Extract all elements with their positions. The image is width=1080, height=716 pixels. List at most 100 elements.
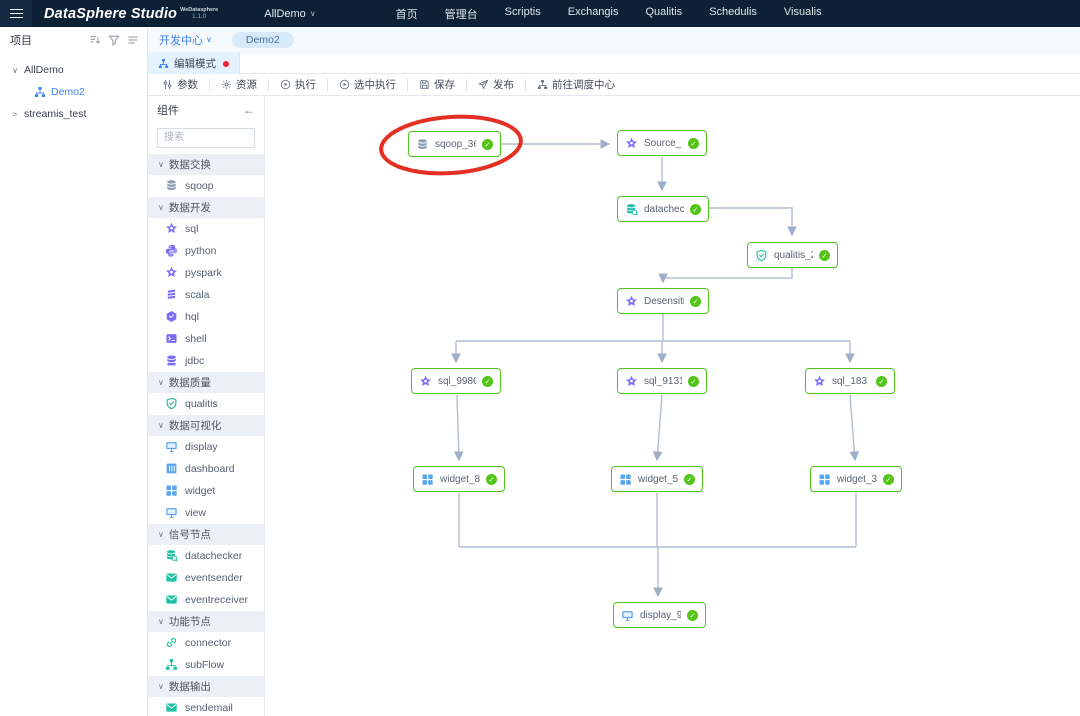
toolbar-button-execute[interactable]: 执行	[280, 77, 316, 92]
component-item-widget[interactable]: widget	[148, 480, 264, 502]
db-check-icon	[625, 203, 638, 216]
list-icon[interactable]	[127, 34, 139, 46]
hamburger-menu-icon[interactable]	[0, 0, 32, 27]
sort-icon[interactable]	[89, 34, 101, 46]
node-label: Source_Data	[644, 137, 682, 149]
divider	[466, 78, 467, 91]
db-icon	[416, 138, 429, 151]
component-group-function-nodes[interactable]: ∨ 功能节点	[148, 610, 264, 632]
node-label: qualitis_2000	[774, 249, 813, 261]
component-item-shell[interactable]: shell	[148, 328, 264, 350]
toolbar-button-execute-selected[interactable]: 选中执行	[339, 77, 396, 92]
component-item-qualitis[interactable]: qualitis	[148, 393, 264, 415]
flow-node-sqoop-3679[interactable]: sqoop_3679 ✓	[408, 131, 501, 157]
app-logo: DataSphere Studio WeDatasphere 1.1.0	[44, 6, 218, 22]
component-item-jdbc[interactable]: jdbc	[148, 350, 264, 372]
version-label: 1.1.0	[191, 12, 207, 20]
spark-icon	[165, 266, 178, 279]
spark-icon	[419, 375, 432, 388]
flow-node-sql-9986[interactable]: sql_9986 ✓	[411, 368, 501, 394]
nav-item-schedulis[interactable]: Schedulis	[709, 6, 757, 22]
component-item-sql[interactable]: sql	[148, 218, 264, 240]
mail-icon	[165, 571, 178, 584]
component-item-sqoop[interactable]: sqoop	[148, 175, 264, 197]
flow-node-desensitized[interactable]: Desensitized... ✓	[617, 288, 709, 314]
nav-item-exchangis[interactable]: Exchangis	[568, 6, 619, 22]
component-group-data-dev[interactable]: ∨ 数据开发	[148, 196, 264, 218]
flow-node-source-data[interactable]: Source_Data ✓	[617, 130, 707, 156]
nav-item-scriptis[interactable]: Scriptis	[505, 6, 541, 22]
workspace-dropdown[interactable]: AllDemo ∨	[264, 8, 315, 20]
flow-node-sql-183[interactable]: sql_183 ✓	[805, 368, 895, 394]
shield-icon	[165, 397, 178, 410]
dev-center-dropdown[interactable]: 开发中心 ∨	[159, 32, 212, 48]
flow-tab-demo2[interactable]: Demo2	[231, 31, 294, 48]
project-sidebar: 项目 ∨ AllDemo Demo2 > streamis_test	[0, 27, 148, 716]
component-item-scala[interactable]: scala	[148, 284, 264, 306]
component-item-eventreceiver[interactable]: eventreceiver	[148, 589, 264, 611]
tab-edit-mode[interactable]: 编辑模式	[148, 53, 240, 74]
component-item-connector[interactable]: connector	[148, 632, 264, 654]
node-label: sql_183	[832, 375, 868, 387]
node-label: display_9653	[640, 609, 681, 621]
status-success-icon: ✓	[482, 138, 493, 150]
play-icon	[339, 79, 350, 90]
toolbar-button-save[interactable]: 保存	[419, 77, 455, 92]
flow-node-sql-9131[interactable]: sql_9131 ✓	[617, 368, 707, 394]
component-item-display[interactable]: display	[148, 436, 264, 458]
toolbar-button-goto-scheduler[interactable]: 前往调度中心	[537, 77, 615, 92]
app-root: DataSphere Studio WeDatasphere 1.1.0 All…	[0, 0, 1080, 716]
nav-item-qualitis[interactable]: Qualitis	[646, 6, 683, 22]
flow-node-widget-8097[interactable]: widget_8097 ✓	[413, 466, 505, 492]
tree-item-demo2[interactable]: Demo2	[0, 81, 147, 103]
nav-item-console[interactable]: 管理台	[445, 6, 478, 22]
flow-node-widget-5045[interactable]: widget_5045 ✓	[611, 466, 703, 492]
component-item-sendemail[interactable]: sendemail	[148, 697, 264, 716]
flow-toolbar: 参数 资源 执行 选中执行 保存 发布 前往调度中心	[148, 74, 1080, 96]
dashboard-icon	[165, 462, 178, 475]
component-group-data-output[interactable]: ∨ 数据输出	[148, 675, 264, 697]
flow-node-qualitis-2000[interactable]: qualitis_2000 ✓	[747, 242, 838, 268]
status-success-icon: ✓	[687, 609, 698, 621]
component-item-subflow[interactable]: subFlow	[148, 654, 264, 676]
component-group-data-quality[interactable]: ∨ 数据质量	[148, 371, 264, 393]
work-column: 开发中心 ∨ Demo2 编辑模式 参数 资源 执行 选中执行 保存 发布 前往…	[148, 27, 1080, 716]
nav-item-home[interactable]: 首页	[396, 6, 418, 22]
flow-icon	[537, 79, 548, 90]
divider	[327, 78, 328, 91]
spark-icon	[625, 137, 638, 150]
toolbar-button-params[interactable]: 参数	[162, 77, 198, 92]
component-item-hql[interactable]: hql	[148, 306, 264, 328]
tree-item-alldemo[interactable]: ∨ AllDemo	[0, 59, 147, 81]
collapse-arrow-icon[interactable]: ←	[243, 103, 255, 117]
spark-icon	[165, 222, 178, 235]
edge-qualitis-to-desensitized	[658, 268, 793, 284]
flow-node-display-9653[interactable]: display_9653 ✓	[613, 602, 706, 628]
component-item-datachecker[interactable]: datachecker	[148, 545, 264, 567]
component-item-eventsender[interactable]: eventsender	[148, 567, 264, 589]
node-label: widget_5045	[638, 473, 678, 485]
component-item-python[interactable]: python	[148, 240, 264, 262]
component-item-dashboard[interactable]: dashboard	[148, 458, 264, 480]
flow-node-datachecker[interactable]: datachecker... ✓	[617, 196, 709, 222]
toolbar-button-resources[interactable]: 资源	[221, 77, 257, 92]
tree-item-streamis-test[interactable]: > streamis_test	[0, 103, 147, 125]
node-label: widget_8097	[440, 473, 480, 485]
project-header: 项目	[0, 27, 147, 53]
flow-node-widget-3197[interactable]: widget_3197 ✓	[810, 466, 902, 492]
status-success-icon: ✓	[883, 473, 894, 485]
component-item-view[interactable]: view	[148, 502, 264, 524]
filter-icon[interactable]	[108, 34, 120, 46]
flow-canvas[interactable]: sqoop_3679 ✓ Source_Data ✓ datachecker..…	[265, 96, 1080, 716]
component-group-signal-nodes[interactable]: ∨ 信号节点	[148, 523, 264, 545]
logo-superscript: WeDatasphere 1.1.0	[180, 6, 219, 20]
monitor-icon	[165, 506, 178, 519]
hex-icon	[165, 310, 178, 323]
component-search-input[interactable]	[157, 127, 255, 148]
gear-icon	[221, 79, 232, 90]
toolbar-button-publish[interactable]: 发布	[478, 77, 514, 92]
nav-item-visualis[interactable]: Visualis	[784, 6, 822, 22]
component-group-data-exchange[interactable]: ∨ 数据交换	[148, 153, 264, 175]
component-group-visualization[interactable]: ∨ 数据可视化	[148, 414, 264, 436]
component-item-pyspark[interactable]: pyspark	[148, 262, 264, 284]
